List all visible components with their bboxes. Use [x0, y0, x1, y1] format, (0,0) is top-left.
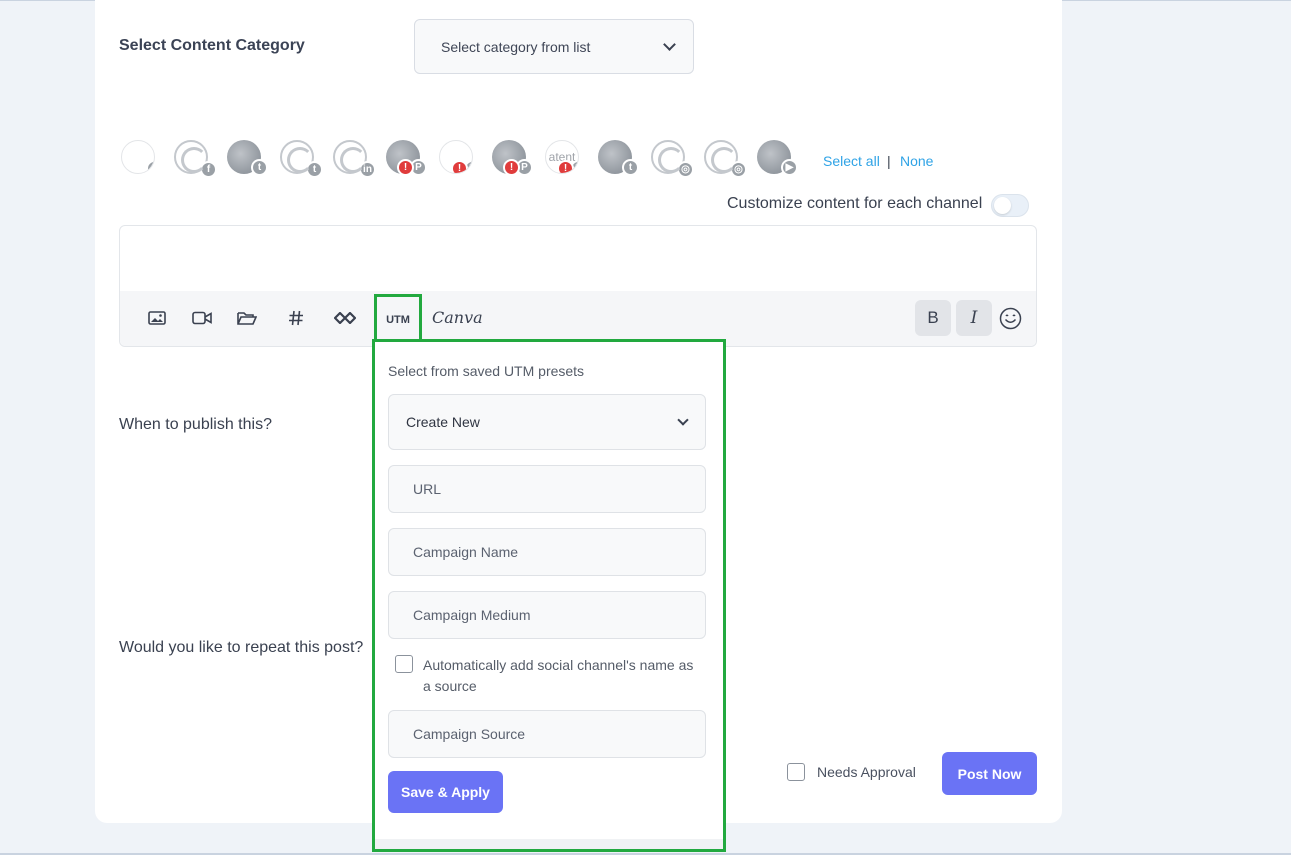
utm-panel: Select from saved UTM presets Create New… [372, 339, 726, 852]
network-badge-icon: f [146, 160, 154, 173]
customize-toggle[interactable] [991, 194, 1029, 217]
select-none-link[interactable]: None [900, 153, 933, 169]
select-separator: | [887, 153, 891, 169]
needs-approval-label: Needs Approval [817, 764, 916, 780]
repeat-question: Would you like to repeat this post? [119, 639, 364, 656]
campaign-medium-input[interactable]: Campaign Medium [388, 591, 706, 639]
video-icon[interactable] [191, 307, 213, 329]
channel-avatar[interactable]: t [227, 140, 268, 176]
needs-approval-checkbox[interactable] [787, 763, 805, 781]
hashtag-icon[interactable] [285, 307, 307, 329]
campaign-name-input[interactable]: Campaign Name [388, 528, 706, 576]
network-badge-icon: ▶ [781, 159, 798, 176]
network-badge-icon: ◎ [677, 161, 694, 178]
network-badge-icon: f [200, 161, 217, 178]
channel-avatar[interactable]: P! [439, 140, 473, 174]
network-badge-icon: t [306, 161, 323, 178]
channel-avatar[interactable]: ◎ [651, 140, 694, 178]
channel-avatar[interactable]: atentP! [545, 140, 579, 174]
channel-avatar[interactable]: f [174, 140, 217, 178]
channel-avatar[interactable]: in [333, 140, 376, 178]
network-badge-icon: ◎ [730, 161, 747, 178]
channel-avatar[interactable]: P! [492, 140, 533, 176]
channel-avatar[interactable]: f [121, 140, 155, 174]
folder-icon[interactable] [236, 307, 258, 329]
chevron-down-icon [677, 414, 689, 426]
warning-icon: ! [503, 159, 520, 176]
network-badge-icon: t [251, 159, 268, 176]
auto-source-label: Automatically add social channel's name … [423, 657, 694, 694]
utm-preset-select[interactable]: Create New [388, 394, 706, 450]
category-select[interactable]: Select category from list [414, 19, 694, 74]
utm-panel-footer [375, 839, 723, 849]
category-label: Select Content Category [119, 37, 305, 54]
utm-preset-hint: Select from saved UTM presets [388, 363, 585, 379]
auto-source-checkbox[interactable] [395, 655, 413, 673]
warning-icon: ! [397, 159, 414, 176]
url-input[interactable]: URL [388, 465, 706, 513]
channel-avatar[interactable]: t [280, 140, 323, 178]
network-badge-icon: in [359, 161, 376, 178]
canva-button[interactable]: Canva [432, 308, 483, 327]
emoji-icon[interactable] [999, 307, 1022, 330]
warning-icon: ! [451, 160, 468, 173]
post-now-button[interactable]: Post Now [942, 752, 1037, 795]
category-select-value: Select category from list [441, 38, 591, 55]
campaign-source-input[interactable]: Campaign Source [388, 710, 706, 758]
select-all-link[interactable]: Select all [823, 153, 880, 169]
bold-button[interactable]: B [915, 300, 951, 336]
warning-icon: ! [557, 160, 574, 173]
channel-avatar[interactable]: P! [386, 140, 427, 176]
network-badge-icon: t [622, 159, 639, 176]
utm-button[interactable]: UTM [374, 294, 422, 343]
channel-avatar[interactable]: ▶ [757, 140, 798, 176]
channel-avatar[interactable]: t [598, 140, 639, 176]
chevron-down-icon [663, 38, 676, 51]
customize-label: Customize content for each channel [727, 195, 983, 212]
channel-avatar[interactable]: ◎ [704, 140, 747, 178]
link-shortener-icon[interactable] [334, 307, 356, 329]
image-icon[interactable] [146, 307, 168, 329]
italic-button[interactable]: I [956, 300, 992, 336]
publish-question: When to publish this? [119, 416, 272, 433]
utm-preset-value: Create New [406, 414, 480, 430]
save-apply-button[interactable]: Save & Apply [388, 771, 503, 813]
